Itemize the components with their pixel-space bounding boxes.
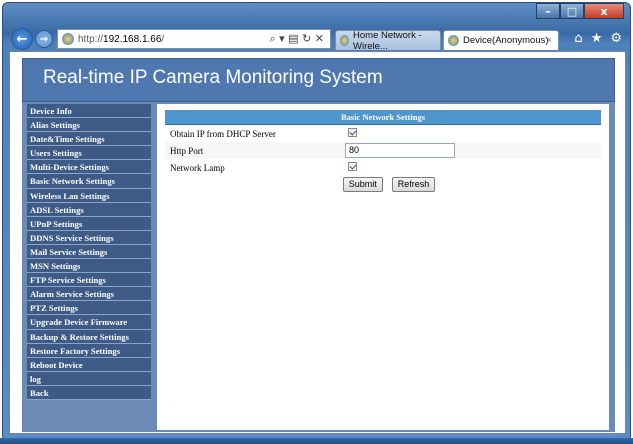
submit-button[interactable]: Submit [342,177,383,192]
sidebar-item-users-settings[interactable]: Users Settings [27,146,151,161]
basic-network-settings-panel: Basic Network Settings Obtain IP from DH… [165,110,601,192]
browser-toolbar: ← → http://192.168.1.66/ ⌕ ▾ ▤ ↻ ✕ Home … [11,27,626,52]
sidebar-item-upgrade-device-firmware[interactable]: Upgrade Device Firmware [27,315,151,330]
browser-icons: ⌂ ★ ⚙ [574,31,622,46]
sidebar-item-log[interactable]: log [27,371,151,386]
settings-title: Basic Network Settings [165,110,601,125]
sidebar-item-reboot-device[interactable]: Reboot Device [27,357,151,372]
dhcp-row: Obtain IP from DHCP Server [165,125,601,142]
url-prefix: http:// [78,33,104,45]
network-lamp-label: Network Lamp [170,162,225,173]
window-controls: – □ x [536,3,624,19]
tab-label: Home Network - Wirele... [353,29,422,52]
sidebar-item-backup-restore-settings[interactable]: Backup & Restore Settings [27,329,151,344]
forward-button[interactable]: → [35,30,53,48]
ie-tab-icon [448,35,459,46]
page-header: Real-time IP Camera Monitoring System [22,58,615,102]
dhcp-label: Obtain IP from DHCP Server [170,128,276,139]
sidebar-item-device-info[interactable]: Device Info [27,104,151,119]
sidebar-item-mail-service-settings[interactable]: Mail Service Settings [27,244,151,260]
sidebar-item-date-time-settings[interactable]: Date&Time Settings [27,132,151,147]
sidebar-item-wireless-lan-settings[interactable]: Wireless Lan Settings [27,188,151,203]
refresh-button[interactable]: Refresh [391,177,436,192]
sidebar-item-adsl-settings[interactable]: ADSL Settings [27,202,151,217]
page-viewport: Real-time IP Camera Monitoring System De… [9,51,626,434]
dhcp-checkbox[interactable] [348,128,357,137]
back-button[interactable]: ← [11,28,33,50]
sidebar-item-basic-network-settings[interactable]: Basic Network Settings [27,174,151,189]
url-suffix: / [161,33,165,45]
sidebar-item-upnp-settings[interactable]: UPnP Settings [27,216,151,231]
minimize-button[interactable]: – [536,3,560,19]
sidebar-item-ddns-service-settings[interactable]: DDNS Service Settings [27,230,151,245]
tab-home-network[interactable]: Home Network - Wirele... [335,29,441,52]
ie-tab-icon [340,35,350,46]
sidebar-item-msn-settings[interactable]: MSN Settings [27,259,151,274]
home-icon[interactable]: ⌂ [574,31,582,46]
address-bar[interactable]: http://192.168.1.66/ ⌕ ▾ ▤ ↻ ✕ [57,29,331,49]
tab-close-icon[interactable]: × [546,35,552,46]
sidebar-menu: Device Info Alias Settings Date&Time Set… [27,104,151,430]
network-lamp-checkbox[interactable] [348,162,357,171]
sidebar-item-alarm-service-settings[interactable]: Alarm Service Settings [27,287,151,302]
taskbar-strip [0,438,633,444]
url-host: 192.168.1.66 [103,33,162,45]
tab-device[interactable]: Device(Anonymous) × [443,30,559,50]
sidebar-item-ptz-settings[interactable]: PTZ Settings [27,301,151,316]
http-port-label: Http Port [170,145,204,156]
tab-label: Device(Anonymous) [463,35,549,46]
sidebar-item-multi-device-settings[interactable]: Multi-Device Settings [27,160,151,175]
maximize-button[interactable]: □ [560,3,584,19]
sidebar-item-alias-settings[interactable]: Alias Settings [27,118,151,133]
page-frame: Device Info Alias Settings Date&Time Set… [22,102,615,432]
browser-window: – □ x ← → http://192.168.1.66/ ⌕ ▾ ▤ ↻ ✕… [2,2,631,442]
address-tools-icons[interactable]: ⌕ ▾ ▤ ↻ ✕ [270,32,325,46]
ie-page-icon [62,33,74,45]
settings-gear-icon[interactable]: ⚙ [610,31,622,46]
sidebar-item-ftp-service-settings[interactable]: FTP Service Settings [27,273,151,288]
close-window-button[interactable]: x [584,3,624,19]
page-title: Real-time IP Camera Monitoring System [43,67,383,88]
content-area: Basic Network Settings Obtain IP from DH… [157,104,609,430]
network-lamp-row: Network Lamp [165,159,601,176]
sidebar-item-restore-factory-settings[interactable]: Restore Factory Settings [27,343,151,358]
sidebar-item-back[interactable]: Back [27,385,151,400]
action-buttons: Submit Refresh [165,177,601,192]
favorites-star-icon[interactable]: ★ [591,31,603,46]
http-port-row: Http Port 80 [165,142,601,159]
http-port-input[interactable]: 80 [345,143,455,158]
